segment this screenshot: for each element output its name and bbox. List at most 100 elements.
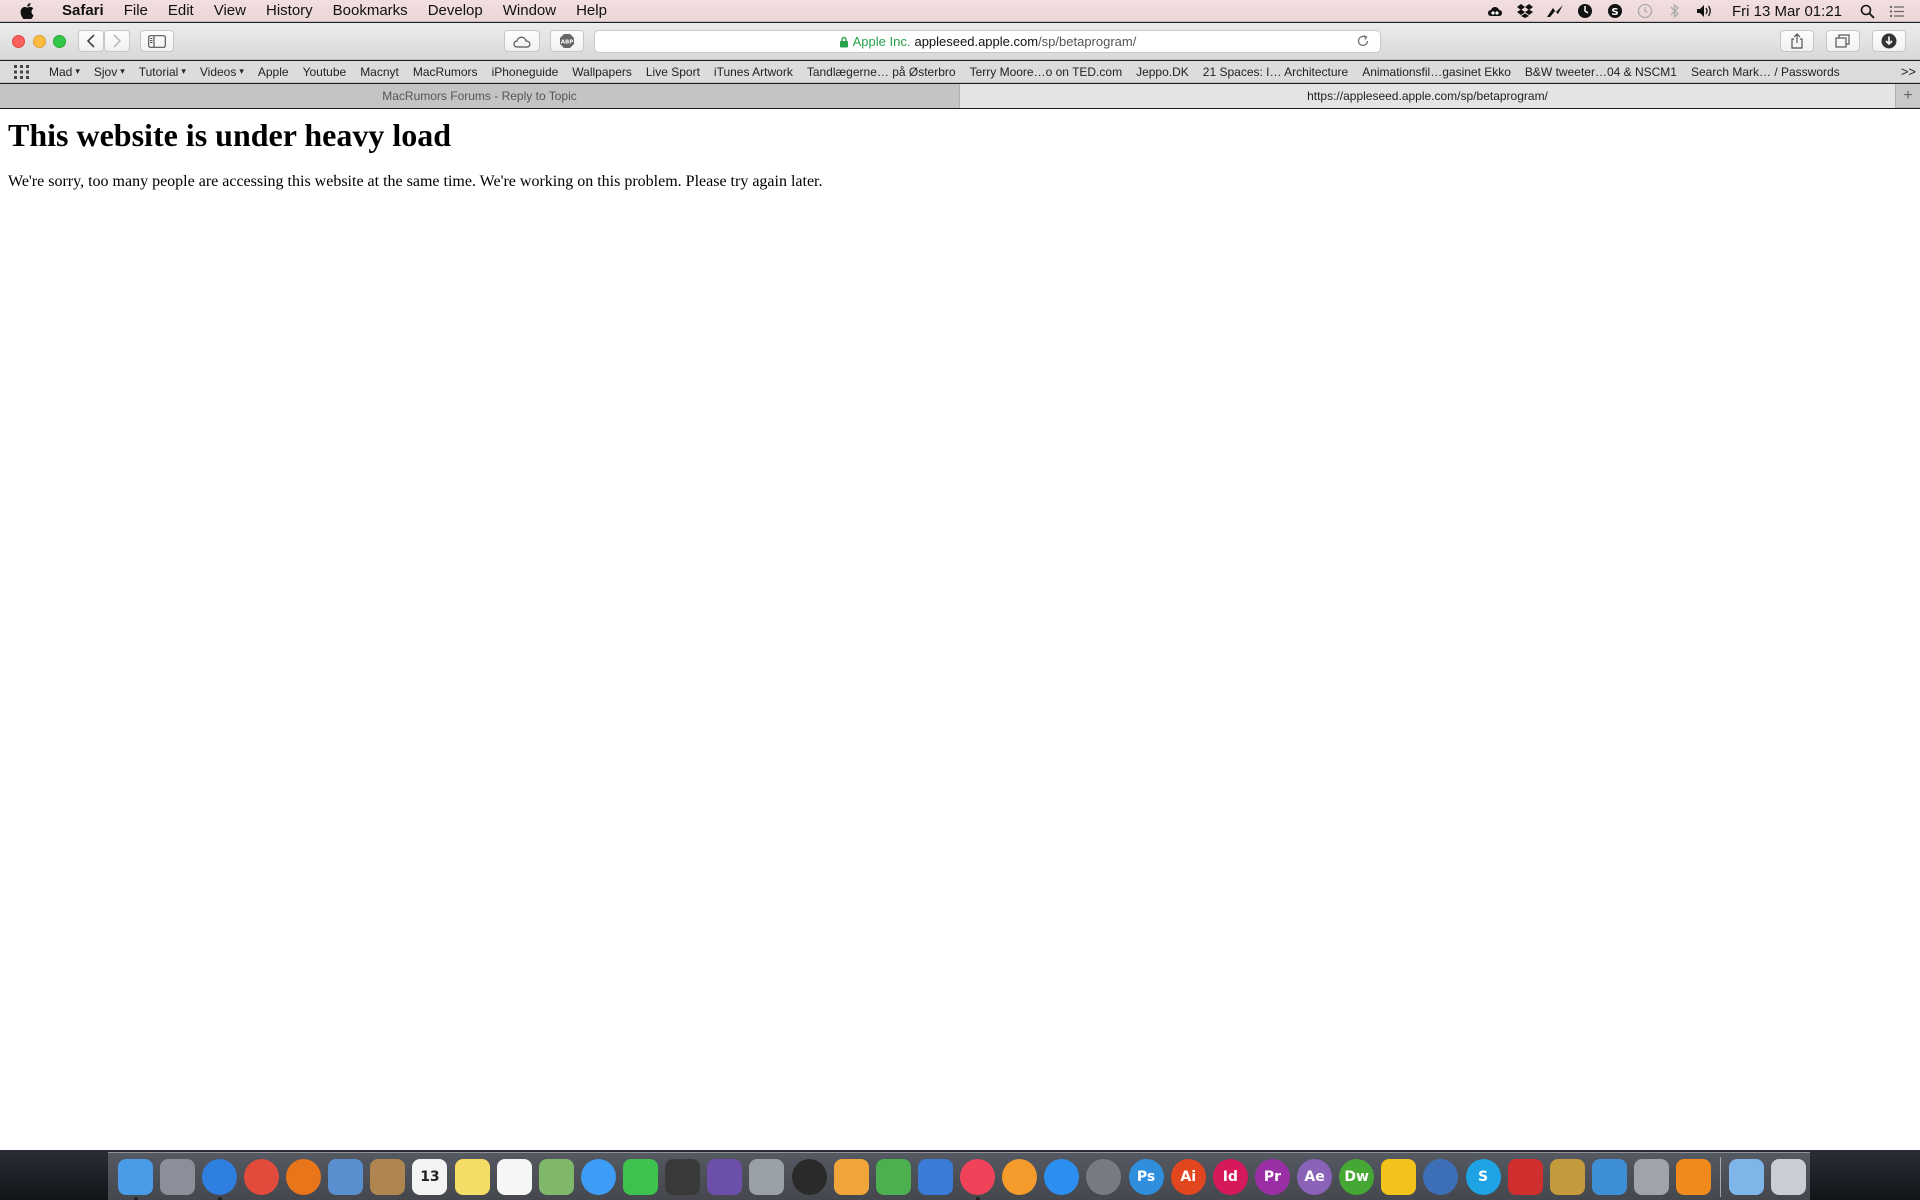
top-sites-grid-icon[interactable] [14, 64, 30, 79]
bluetooth-icon[interactable] [1666, 2, 1684, 20]
menu-view[interactable]: View [204, 0, 256, 22]
share-button[interactable] [1780, 30, 1814, 52]
bookmark-item[interactable]: Youtube [296, 65, 354, 79]
new-tab-button[interactable]: + [1896, 84, 1920, 108]
back-button[interactable] [78, 30, 104, 52]
menu-edit[interactable]: Edit [158, 0, 204, 22]
trash-icon[interactable] [1771, 1158, 1807, 1195]
firefox-icon[interactable] [286, 1158, 322, 1195]
bookmark-item[interactable]: Apple [251, 65, 296, 79]
facetime-icon[interactable] [623, 1158, 659, 1195]
contacts-icon[interactable] [370, 1158, 406, 1195]
itunes-icon[interactable] [960, 1158, 996, 1200]
bookmark-item[interactable]: Animationsfil…gasinet Ekko [1355, 65, 1518, 79]
address-bar[interactable]: Apple Inc. appleseed.apple.com/sp/betapr… [594, 30, 1381, 53]
bookmark-item[interactable]: Wallpapers [565, 65, 639, 79]
bookmark-folder[interactable]: Videos ▾ [193, 65, 251, 79]
numbers-icon[interactable] [875, 1158, 911, 1195]
bookmark-folder[interactable]: Sjov ▾ [87, 65, 132, 79]
premiere-icon[interactable]: Pr [1254, 1158, 1290, 1195]
icloud-tabs-button[interactable] [504, 30, 540, 52]
reminders-icon[interactable] [496, 1158, 532, 1195]
creative-cloud-icon[interactable] [1486, 2, 1504, 20]
app-store-icon[interactable] [1044, 1158, 1080, 1195]
menu-window[interactable]: Window [493, 0, 566, 22]
launchpad-icon[interactable] [159, 1158, 195, 1195]
forward-button[interactable] [104, 30, 130, 52]
menu-help[interactable]: Help [566, 0, 617, 22]
motion-icon[interactable] [707, 1158, 743, 1195]
bookmark-folder[interactable]: Mad ▾ [42, 65, 87, 79]
timer-icon[interactable] [1576, 2, 1594, 20]
bookmark-item[interactable]: Macnyt [353, 65, 406, 79]
downloads-folder-icon[interactable] [1729, 1158, 1765, 1195]
bookmark-item[interactable]: MacRumors [406, 65, 485, 79]
chrome-icon[interactable] [243, 1158, 279, 1195]
bookmark-item[interactable]: Search Mark… / Passwords [1684, 65, 1847, 79]
apple-menu-icon[interactable] [16, 0, 38, 22]
pages-icon[interactable] [833, 1158, 869, 1195]
minimize-window-button[interactable] [33, 35, 46, 48]
unarchiver-icon[interactable] [1549, 1158, 1585, 1195]
finder-icon[interactable] [117, 1158, 153, 1200]
transmission-icon[interactable] [1507, 1158, 1543, 1195]
system-preferences-icon[interactable] [1086, 1158, 1122, 1195]
safari-icon[interactable] [201, 1158, 237, 1200]
preview-icon[interactable] [328, 1158, 364, 1195]
menu-clock[interactable]: Fri 13 Mar 01:21 [1732, 3, 1842, 20]
calendar-icon[interactable]: 13 [412, 1158, 448, 1195]
tab-appleseed[interactable]: https://appleseed.apple.com/sp/betaprogr… [960, 84, 1896, 108]
menu-app-name[interactable]: Safari [52, 0, 114, 22]
messages-icon[interactable] [580, 1158, 616, 1195]
menu-file[interactable]: File [114, 0, 158, 22]
vlc-icon[interactable] [1676, 1158, 1712, 1195]
crane-icon[interactable] [1546, 2, 1564, 20]
time-machine-icon[interactable] [1636, 2, 1654, 20]
notes-icon[interactable] [454, 1158, 490, 1195]
volume-icon[interactable] [1696, 2, 1714, 20]
zoom-window-button[interactable] [53, 35, 66, 48]
dropbox-icon[interactable] [1516, 2, 1534, 20]
bookmark-label: Tutorial [138, 64, 179, 79]
illustrator-icon[interactable]: Ai [1170, 1158, 1206, 1195]
dock-separator [1719, 1156, 1721, 1197]
skype-icon[interactable]: S [1465, 1158, 1501, 1195]
screen-sharing-icon[interactable] [1591, 1158, 1627, 1195]
logic-icon[interactable] [1634, 1158, 1670, 1195]
bookmark-item[interactable]: iTunes Artwork [707, 65, 800, 79]
photoshop-icon[interactable]: Ps [1128, 1158, 1164, 1195]
show-all-tabs-button[interactable] [1826, 30, 1860, 52]
bookmark-folder[interactable]: Tutorial ▾ [132, 65, 193, 79]
keynote-icon[interactable] [917, 1158, 953, 1195]
final-cut-pro-icon[interactable] [665, 1158, 701, 1195]
aperture-icon[interactable] [791, 1158, 827, 1195]
maps-icon[interactable] [538, 1158, 574, 1195]
downloads-button[interactable] [1872, 30, 1906, 52]
menu-bookmarks[interactable]: Bookmarks [323, 0, 418, 22]
menu-develop[interactable]: Develop [418, 0, 493, 22]
tab-macrumors[interactable]: MacRumors Forums - Reply to Topic [0, 84, 960, 108]
1password-icon[interactable] [1423, 1158, 1459, 1195]
ibooks-icon[interactable] [1002, 1158, 1038, 1195]
skype-status-icon[interactable]: S [1606, 2, 1624, 20]
bookmark-item[interactable]: Terry Moore…o on TED.com [963, 65, 1130, 79]
bookmarks-overflow-button[interactable]: >> [1901, 64, 1916, 79]
dreamweaver-icon[interactable]: Dw [1339, 1158, 1375, 1195]
bookmark-item[interactable]: Jeppo.DK [1129, 65, 1196, 79]
sidebar-toggle-button[interactable] [140, 30, 174, 52]
bookmark-item[interactable]: B&W tweeter…04 & NSCM1 [1518, 65, 1684, 79]
compressor-icon[interactable] [749, 1158, 785, 1195]
after-effects-icon[interactable]: Ae [1297, 1158, 1333, 1195]
spotlight-search-icon[interactable] [1858, 2, 1876, 20]
notification-center-icon[interactable] [1888, 2, 1906, 20]
bookmark-item[interactable]: Live Sport [639, 65, 707, 79]
indesign-icon[interactable]: Id [1212, 1158, 1248, 1195]
close-window-button[interactable] [12, 35, 25, 48]
bookmark-item[interactable]: 21 Spaces: I… Architecture [1196, 65, 1355, 79]
menu-history[interactable]: History [256, 0, 323, 22]
bookmark-item[interactable]: Tandlægerne… på Østerbro [800, 65, 963, 79]
adblock-plus-button[interactable]: ABP [550, 30, 584, 52]
reload-icon[interactable] [1356, 34, 1372, 50]
cyberduck-icon[interactable] [1381, 1158, 1417, 1195]
bookmark-item[interactable]: iPhoneguide [485, 65, 566, 79]
